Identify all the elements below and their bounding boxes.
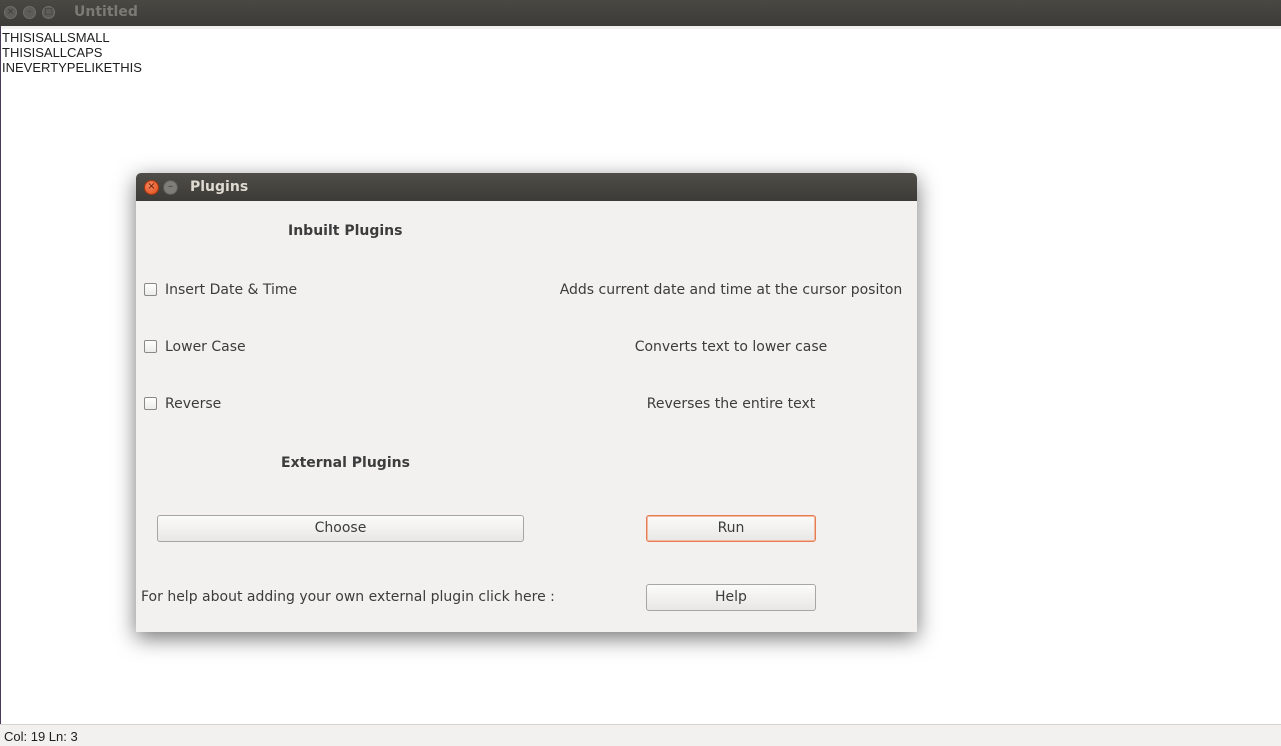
- help-button[interactable]: Help: [646, 584, 816, 611]
- cursor-position-status: Col: 19 Ln: 3: [4, 729, 78, 744]
- lower-case-checkbox[interactable]: [144, 340, 157, 353]
- reverse-checkbox[interactable]: [144, 397, 157, 410]
- lower-case-label[interactable]: Lower Case: [165, 339, 246, 355]
- insert-date-time-description: Adds current date and time at the cursor…: [559, 282, 903, 298]
- lower-case-description: Converts text to lower case: [634, 339, 828, 355]
- run-button[interactable]: Run: [646, 515, 816, 542]
- inbuilt-plugins-heading: Inbuilt Plugins: [288, 223, 403, 239]
- close-icon[interactable]: ×: [4, 6, 17, 19]
- editor-line: THISISALLSMALL: [2, 30, 110, 45]
- editor-line: INEVERTYPELIKETHIS: [2, 60, 142, 75]
- editor-top-border: [1, 26, 1281, 29]
- status-bar: Col: 19 Ln: 3: [0, 724, 1281, 746]
- help-description: For help about adding your own external …: [141, 589, 555, 605]
- maximize-icon[interactable]: □: [42, 6, 55, 19]
- dialog-minimize-icon[interactable]: –: [163, 180, 178, 195]
- insert-date-time-checkbox[interactable]: [144, 283, 157, 296]
- dialog-titlebar[interactable]: × – Plugins: [136, 173, 917, 201]
- choose-button[interactable]: Choose: [157, 515, 524, 542]
- external-plugins-heading: External Plugins: [281, 455, 410, 471]
- editor-line: THISISALLCAPS: [2, 45, 103, 60]
- editor-content[interactable]: THISISALLSMALL THISISALLCAPS INEVERTYPEL…: [2, 30, 142, 75]
- reverse-description: Reverses the entire text: [646, 396, 816, 412]
- window-title: Untitled: [74, 4, 138, 20]
- insert-date-time-label[interactable]: Insert Date & Time: [165, 282, 297, 298]
- dialog-title: Plugins: [190, 179, 249, 195]
- plugins-dialog: × – Plugins Inbuilt Plugins Insert Date …: [136, 173, 917, 632]
- reverse-label[interactable]: Reverse: [165, 396, 221, 412]
- main-window-titlebar[interactable]: × – □ Untitled: [0, 0, 1281, 26]
- minimize-icon[interactable]: –: [23, 6, 36, 19]
- screen: × – □ Untitled THISISALLSMALL THISISALLC…: [0, 0, 1281, 746]
- dialog-close-icon[interactable]: ×: [144, 180, 159, 195]
